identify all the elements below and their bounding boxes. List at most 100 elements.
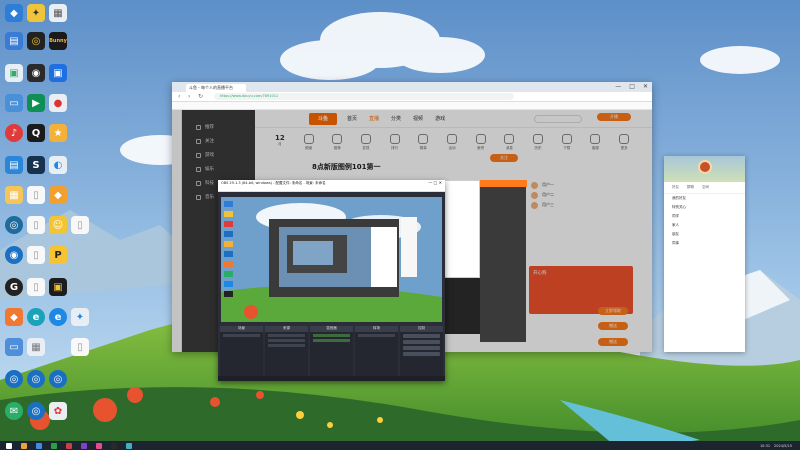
desktop-icon-25[interactable]: ▯ <box>25 278 47 300</box>
chat-list-item[interactable]: 我的好友 <box>664 194 745 203</box>
desktop-icon-6[interactable]: ▣ <box>3 64 25 86</box>
desktop-icon-qq[interactable]: Q <box>25 124 47 146</box>
start-icon[interactable] <box>6 442 12 449</box>
browser-tab[interactable]: 斗鱼 - 每个人的直播平台 <box>186 84 246 92</box>
desktop-icon-33[interactable]: ◎ <box>25 370 47 392</box>
dock-mixer: 混音器 <box>310 326 353 381</box>
obs-window-controls[interactable]: — □ ✕ <box>428 180 442 185</box>
chat-list-item[interactable]: 同学 <box>664 212 745 221</box>
taskbar-app-icon[interactable] <box>66 442 72 449</box>
minimize-icon[interactable]: — <box>615 83 621 90</box>
start-streaming-button[interactable] <box>403 334 440 338</box>
desktop-icon-10[interactable]: ● <box>47 94 69 116</box>
app-icon: ▣ <box>49 64 67 82</box>
desktop-icon-4[interactable]: ▤ <box>3 32 25 54</box>
tray-time[interactable]: 10:31 <box>760 444 770 448</box>
desktop-icon-2[interactable]: ✦ <box>25 4 47 26</box>
app-icon: ▦ <box>5 186 23 204</box>
desktop-icon-11[interactable]: ★ <box>47 124 69 146</box>
app-icon: ▣ <box>5 64 23 82</box>
desktop-icon-bunny[interactable]: Bunny <box>47 32 69 54</box>
desktop-icon-20[interactable]: ▯ <box>69 216 91 238</box>
mascot-avatar[interactable] <box>698 160 712 174</box>
desktop-icon-13[interactable]: ◐ <box>47 156 69 178</box>
desktop-icon-9[interactable]: ▶ <box>25 94 47 116</box>
app-icon: ● <box>49 94 67 112</box>
chat-tab[interactable]: 空间 <box>702 185 709 190</box>
desktop-icon-3[interactable]: ▦ <box>47 4 69 26</box>
tray-date[interactable]: 2024/5/15 <box>774 444 792 448</box>
desktop-icon-19[interactable]: ☺ <box>47 216 69 238</box>
desktop-icon-1[interactable]: ◆ <box>3 4 25 26</box>
taskbar-app-icon[interactable] <box>111 442 117 449</box>
volume-meter[interactable] <box>313 334 350 337</box>
taskbar-app-icon[interactable] <box>81 442 87 449</box>
desktop-icon-30[interactable]: ▦ <box>25 338 47 360</box>
back-icon[interactable]: ‹ <box>178 93 180 100</box>
settings-button[interactable] <box>403 352 440 356</box>
desktop-icon-23[interactable]: P <box>47 246 69 268</box>
desktop-icon-17[interactable]: ◎ <box>3 216 25 238</box>
chat-tab[interactable]: 群聊 <box>687 185 694 190</box>
qq-icon: Q <box>27 124 45 142</box>
obs-menubar <box>218 187 445 192</box>
transition-select[interactable] <box>358 334 395 337</box>
taskbar-app-icon[interactable] <box>126 442 132 449</box>
desktop-icon-36[interactable]: ✿ <box>47 402 69 424</box>
chat-list-item[interactable]: 家人 <box>664 221 745 230</box>
desktop-icon-14[interactable]: ▦ <box>3 186 25 208</box>
desktop-icon-steam[interactable]: S <box>25 156 47 178</box>
chat-list-item[interactable]: 特别关心 <box>664 203 745 212</box>
maximize-icon[interactable]: □ <box>629 83 635 90</box>
desktop-icon-26[interactable]: ▣ <box>47 278 69 300</box>
desktop-icon-22[interactable]: ▯ <box>25 246 47 268</box>
chat-list-item[interactable]: 同事 <box>664 239 745 248</box>
reload-icon[interactable]: ↻ <box>198 93 203 100</box>
desktop-icon-21[interactable]: ◉ <box>3 246 25 268</box>
desktop-icon-7[interactable]: ▣ <box>47 64 69 86</box>
taskbar-app-icon[interactable] <box>21 442 27 449</box>
app-icon: ▶ <box>27 94 45 112</box>
app-icon: ☺ <box>49 216 67 234</box>
desktop-icon-ie[interactable]: e <box>47 308 69 330</box>
desktop-icon-32[interactable]: ◎ <box>3 370 25 392</box>
desktop-icon-8[interactable]: ▭ <box>3 94 25 116</box>
desktop-icon-15[interactable]: ▯ <box>25 186 47 208</box>
chat-tab[interactable]: 好友 <box>672 185 679 190</box>
dock-row[interactable] <box>268 339 305 342</box>
desktop-icon-16[interactable]: ◆ <box>47 186 69 208</box>
address-bar[interactable]: https://www.douyu.com/7891011 <box>214 93 514 100</box>
desktop-icon-24[interactable]: G <box>3 278 25 300</box>
start-recording-button[interactable] <box>403 340 440 344</box>
forward-icon[interactable]: › <box>188 93 190 100</box>
taskbar-app-icon[interactable] <box>36 442 42 449</box>
taskbar-app-icon[interactable] <box>51 442 57 449</box>
volume-meter[interactable] <box>313 339 350 342</box>
close-icon[interactable]: ✕ <box>643 83 648 90</box>
desktop-icon-12[interactable]: ▤ <box>3 156 25 178</box>
dock-row[interactable] <box>268 344 305 347</box>
desktop-icon-obs[interactable]: ◉ <box>25 64 47 86</box>
desktop-icon-29[interactable]: ▭ <box>3 338 25 360</box>
desktop-icon-31[interactable]: ▯ <box>69 338 91 360</box>
desktop-icon-wechat[interactable]: ✉ <box>3 402 25 424</box>
desktop-icon-27[interactable]: ◆ <box>3 308 25 330</box>
file-icon: ▯ <box>27 186 45 204</box>
desktop-icon-35[interactable]: ◎ <box>25 402 47 424</box>
dock-transitions: 转场 <box>355 326 398 381</box>
dock-row[interactable] <box>268 334 305 337</box>
studio-mode-button[interactable] <box>403 346 440 350</box>
chat-list-item[interactable]: 朋友 <box>664 230 745 239</box>
obs-preview[interactable] <box>221 197 442 322</box>
desktop-icon-5[interactable]: ◎ <box>25 32 47 54</box>
desktop-icon-34[interactable]: ◎ <box>47 370 69 392</box>
taskbar-app-icon[interactable] <box>96 442 102 449</box>
app-icon: ▦ <box>27 338 45 356</box>
desktop-icon-netease[interactable]: ♪ <box>3 124 25 146</box>
dock-row[interactable] <box>223 334 260 337</box>
app-icon: ◆ <box>5 4 23 22</box>
desktop-icon-18[interactable]: ▯ <box>25 216 47 238</box>
desktop-icon-28[interactable]: ✦ <box>69 308 91 330</box>
desktop-icon-edge[interactable]: e <box>25 308 47 330</box>
steam-icon: S <box>27 156 45 174</box>
